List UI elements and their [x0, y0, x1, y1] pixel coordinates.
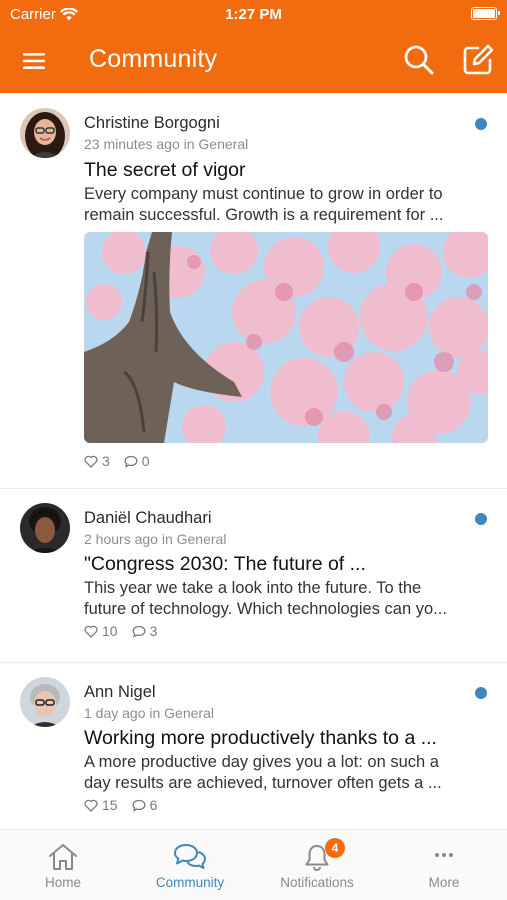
comment-button[interactable]: 6	[132, 797, 158, 813]
heart-icon	[84, 625, 98, 638]
excerpt-line: future of technology. Which technologies…	[84, 600, 447, 618]
unread-indicator	[475, 687, 487, 699]
post-item[interactable]: Daniël Chaudhari 2 hours ago in General …	[0, 489, 507, 663]
app-header: Carrier 1:27 PM Community	[0, 0, 507, 93]
post-title[interactable]: The secret of vigor	[84, 159, 492, 182]
menu-button[interactable]	[20, 48, 50, 74]
tab-notifications[interactable]: 4 Notifications	[254, 830, 380, 900]
status-time: 1:27 PM	[225, 6, 282, 23]
post-title[interactable]: "Congress 2030: The future of ...	[84, 553, 492, 576]
search-icon	[404, 45, 434, 75]
comment-icon	[132, 625, 146, 638]
avatar[interactable]	[20, 677, 70, 727]
page-title: Community	[89, 45, 218, 73]
post-title[interactable]: Working more productively thanks to a ..…	[84, 727, 492, 750]
post-stats: 10 3	[84, 623, 171, 639]
heart-icon	[84, 799, 98, 812]
tab-community[interactable]: Community	[127, 830, 253, 900]
post-image[interactable]	[84, 232, 488, 443]
post-excerpt: This year we take a look into the future…	[84, 578, 488, 620]
tab-label: Community	[155, 875, 225, 890]
search-button[interactable]	[402, 43, 436, 77]
excerpt-line: Every company must continue to grow in o…	[84, 185, 443, 203]
home-icon	[49, 844, 77, 870]
post-feed[interactable]: Christine Borgogni 23 minutes ago in Gen…	[0, 93, 507, 829]
like-button[interactable]: 15	[84, 797, 118, 813]
tab-label: Home	[44, 875, 81, 890]
community-icon	[174, 844, 206, 869]
like-count: 3	[102, 453, 110, 469]
comment-icon	[124, 455, 138, 468]
like-count: 10	[102, 623, 118, 639]
post-meta: 23 minutes ago in General	[84, 136, 249, 152]
like-button[interactable]: 10	[84, 623, 118, 639]
post-excerpt: A more productive day gives you a lot: o…	[84, 752, 488, 794]
post-excerpt: Every company must continue to grow in o…	[84, 184, 488, 226]
unread-indicator	[475, 513, 487, 525]
tab-more[interactable]: More	[381, 830, 507, 900]
avatar[interactable]	[20, 108, 70, 158]
tab-home[interactable]: Home	[0, 830, 126, 900]
status-bar: Carrier 1:27 PM	[0, 0, 507, 30]
tab-label: Notifications	[280, 875, 354, 890]
notification-badge: 4	[325, 838, 345, 858]
tab-bar: Home Community 4 Notifications More	[0, 829, 507, 900]
post-author[interactable]: Ann Nigel	[84, 683, 156, 702]
excerpt-line: day results are achieved, turnover often…	[84, 774, 442, 792]
post-meta: 1 day ago in General	[84, 705, 214, 721]
post-meta: 2 hours ago in General	[84, 531, 227, 547]
comment-button[interactable]: 3	[132, 623, 158, 639]
unread-indicator	[475, 118, 487, 130]
cherry-blossom-image	[84, 232, 488, 443]
compose-button[interactable]	[461, 43, 495, 77]
post-stats: 3 0	[84, 453, 164, 469]
like-count: 15	[102, 797, 118, 813]
post-item[interactable]: Christine Borgogni 23 minutes ago in Gen…	[0, 93, 507, 489]
more-icon	[435, 853, 453, 857]
comment-count: 0	[141, 453, 150, 469]
menu-icon	[23, 53, 45, 69]
comment-button[interactable]: 0	[124, 453, 150, 469]
comment-icon	[132, 799, 146, 812]
compose-icon	[463, 44, 494, 75]
tab-label: More	[428, 875, 460, 890]
post-author[interactable]: Daniël Chaudhari	[84, 509, 212, 528]
excerpt-line: remain successful. Growth is a requireme…	[84, 206, 444, 224]
comment-count: 3	[149, 623, 158, 639]
post-item[interactable]: Ann Nigel 1 day ago in General Working m…	[0, 663, 507, 829]
comment-count: 6	[149, 797, 158, 813]
battery-icon	[471, 7, 500, 20]
excerpt-line: This year we take a look into the future…	[84, 579, 422, 597]
heart-icon	[84, 455, 98, 468]
like-button[interactable]: 3	[84, 453, 110, 469]
excerpt-line: A more productive day gives you a lot: o…	[84, 753, 439, 771]
avatar[interactable]	[20, 503, 70, 553]
post-stats: 15 6	[84, 797, 171, 813]
post-author[interactable]: Christine Borgogni	[84, 114, 220, 133]
nav-bar: Community	[0, 30, 507, 93]
